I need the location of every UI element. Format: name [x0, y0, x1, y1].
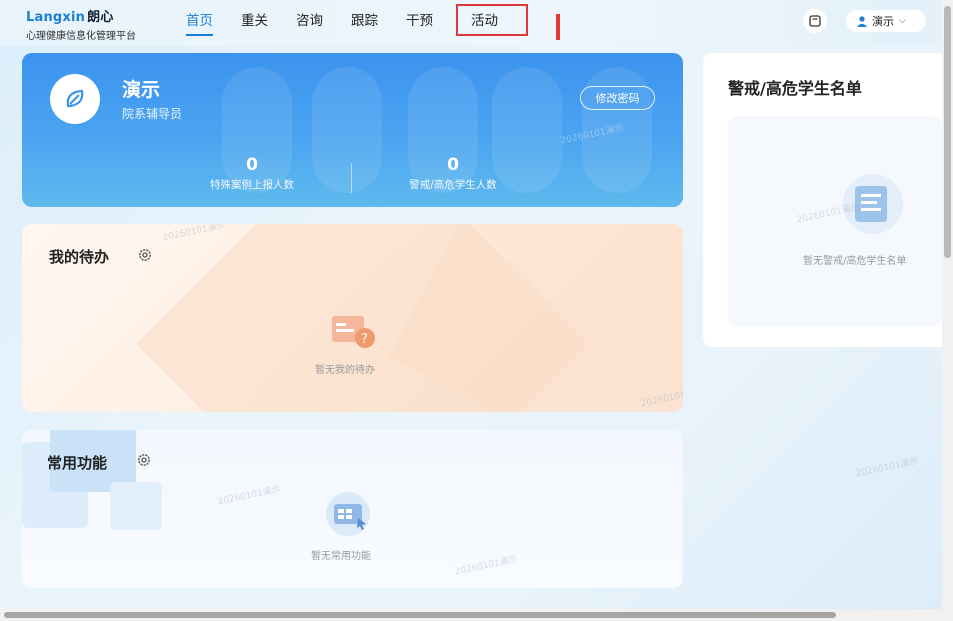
stat-special-cases: 0 特殊案例上报人数: [190, 155, 314, 192]
message-button[interactable]: [803, 9, 827, 33]
leaf-logo-icon: [66, 89, 84, 108]
scroll-thumb[interactable]: [4, 612, 836, 618]
watermark: 20260101演示: [854, 456, 920, 480]
stat-divider: [351, 163, 352, 193]
logo-brand: Langxin 朗心: [26, 10, 114, 25]
change-password-button[interactable]: 修改密码: [580, 86, 655, 110]
cursor-marker: [556, 14, 560, 40]
highlight-box: [456, 4, 528, 36]
top-bar: Langxin 朗心 心理健康信息化管理平台 首页 重关 咨询 跟踪 干预 活动 …: [0, 0, 953, 46]
watermark: 20260101演示: [453, 554, 519, 578]
common-functions-card: 常用功能 暂无常用功能 20260101演示 20260101演示: [22, 430, 683, 588]
nav-item-focus[interactable]: 重关: [241, 10, 268, 36]
stat-value: 0: [447, 155, 459, 175]
vertical-scrollbar[interactable]: [942, 0, 953, 621]
todo-card: 我的待办 ? 暂无我的待办 20260101演示 20260101演示: [22, 224, 683, 412]
stat-value: 0: [246, 155, 258, 175]
empty-todo-label: 暂无我的待办: [315, 365, 375, 376]
card-decor: [110, 482, 162, 530]
watermark: 20260101演示: [161, 224, 227, 244]
avatar: [50, 74, 100, 124]
alert-students-title: 警戒/高危学生名单: [728, 79, 862, 98]
nav-item-track[interactable]: 跟踪: [351, 10, 378, 36]
empty-functions-label: 暂无常用功能: [311, 551, 371, 562]
svg-text:?: ?: [361, 332, 368, 347]
user-icon: [857, 16, 867, 27]
common-functions-title: 常用功能: [47, 454, 108, 472]
empty-functions-icon: [326, 492, 370, 536]
logo-subtitle: 心理健康信息化管理平台: [26, 31, 136, 42]
todo-title: 我的待办: [49, 248, 110, 266]
user-role: 院系辅导员: [122, 107, 183, 121]
nav-item-intervene[interactable]: 干预: [406, 10, 433, 36]
alert-students-empty-area: 暂无警戒/高危学生名单 20260101演示: [728, 116, 942, 326]
logo[interactable]: Langxin 朗心 心理健康信息化管理平台: [26, 6, 136, 42]
nav-item-consult[interactable]: 咨询: [296, 10, 323, 36]
horizontal-scrollbar[interactable]: [0, 609, 942, 621]
profile-banner: 演示 院系辅导员 修改密码 0 特殊案例上报人数 0 警戒/高危学生人数 202…: [22, 53, 683, 207]
user-name: 演示: [872, 15, 894, 28]
gear-icon[interactable]: [138, 248, 152, 262]
scroll-thumb[interactable]: [944, 6, 951, 258]
user-menu[interactable]: 演示 ⌵: [846, 10, 926, 32]
chevron-down-icon: ⌵: [899, 16, 906, 26]
nav-item-home[interactable]: 首页: [186, 10, 213, 36]
empty-todo-icon: ?: [332, 316, 375, 348]
stat-label: 警戒/高危学生人数: [409, 179, 497, 191]
stat-label: 特殊案例上报人数: [210, 179, 294, 191]
alert-students-card: 警戒/高危学生名单 暂无警戒/高危学生名单 20260101演示: [703, 53, 942, 347]
message-icon: [809, 15, 821, 27]
empty-alert-label: 暂无警戒/高危学生名单: [803, 256, 907, 267]
banner-decor: [312, 67, 382, 193]
gear-icon[interactable]: [137, 453, 151, 467]
stat-alert-students: 0 警戒/高危学生人数: [388, 155, 518, 192]
user-display-name: 演示: [122, 79, 161, 101]
watermark: 20260101演示: [216, 484, 282, 508]
